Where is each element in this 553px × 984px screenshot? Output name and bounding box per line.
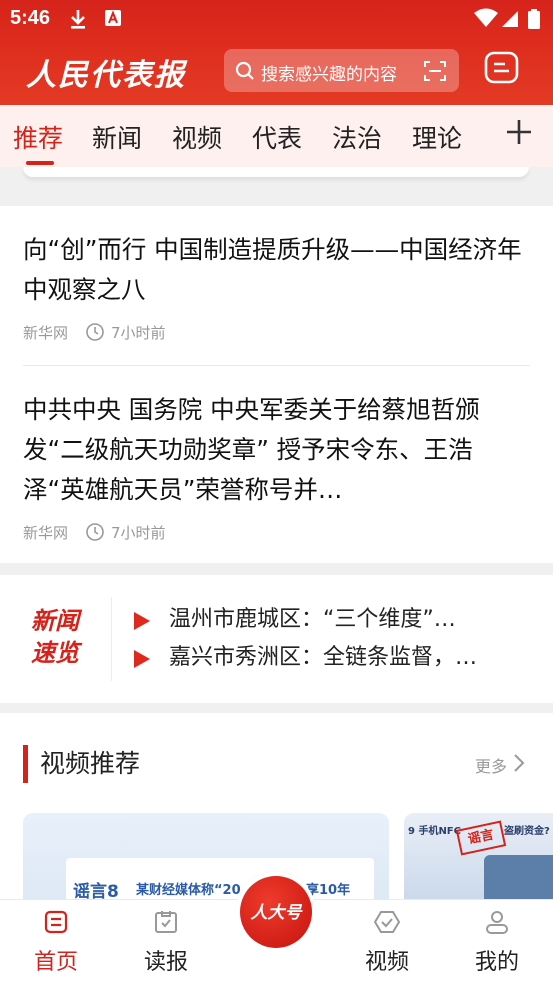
video-section-title: 视频推荐 bbox=[40, 749, 141, 778]
tab-recommend[interactable]: 推荐 bbox=[13, 119, 63, 155]
news-list: 向“创”而行 中国制造提质升级——中国经济年中观察之八 新华网 7小时前 中共中… bbox=[0, 206, 553, 563]
download-icon bbox=[68, 8, 88, 34]
chevron-right-icon[interactable] bbox=[512, 753, 526, 777]
app-header: 5:46 人民代表报 搜索感兴趣的内容 bbox=[0, 0, 553, 105]
battery-icon bbox=[527, 8, 541, 34]
add-tab-icon[interactable] bbox=[505, 118, 533, 150]
nav-read-paper-label: 读报 bbox=[143, 950, 188, 975]
news-flash-item[interactable]: 温州市鹿城区：“三个维度”… bbox=[134, 603, 524, 637]
nav-profile-label: 我的 bbox=[474, 950, 519, 975]
news-flash-logo-line1: 新闻 bbox=[31, 606, 79, 635]
news-flash-logo: 新闻 速览 bbox=[31, 605, 79, 669]
list-item[interactable]: 向“创”而行 中国制造提质升级——中国经济年中观察之八 新华网 7小时前 bbox=[23, 230, 530, 370]
menu-icon[interactable] bbox=[483, 50, 521, 90]
newspaper-icon bbox=[153, 909, 179, 939]
tab-news[interactable]: 新闻 bbox=[92, 119, 142, 155]
divider bbox=[111, 597, 112, 681]
cellular-signal-icon bbox=[501, 8, 519, 32]
news-flash: 新闻 速览 温州市鹿城区：“三个维度”… 嘉兴市秀洲区：全链条监督，… bbox=[0, 575, 553, 703]
article-title: 向“创”而行 中国制造提质升级——中国经济年中观察之八 bbox=[23, 235, 522, 304]
category-tabs: 推荐 新闻 视频 代表 法治 理论 bbox=[0, 105, 553, 167]
thumbnail-caption-end: 盗刷资金? bbox=[504, 826, 550, 837]
tab-law[interactable]: 法治 bbox=[332, 119, 382, 155]
rumor-stamp: 谣言 bbox=[455, 820, 507, 856]
list-item[interactable]: 中共中央 国务院 中央军委关于给蔡旭哲颁发“二级航天功勋奖章” 授予宋令东、王浩… bbox=[23, 390, 530, 550]
thumbnail-caption: 某财经媒体称“20 bbox=[136, 883, 241, 898]
status-bar: 5:46 bbox=[0, 0, 553, 38]
thumbnail-caption-end: 享10年 bbox=[306, 883, 351, 898]
section-accent-bar bbox=[23, 745, 28, 783]
article-time: 7小时前 bbox=[111, 324, 166, 342]
nav-video-label: 视频 bbox=[364, 950, 409, 975]
search-box[interactable]: 搜索感兴趣的内容 bbox=[224, 49, 459, 92]
news-flash-item[interactable]: 嘉兴市秀洲区：全链条监督，… bbox=[134, 641, 524, 675]
tab-deputies[interactable]: 代表 bbox=[252, 119, 302, 155]
video-thumbnail[interactable]: 谣言8 某财经媒体称“20 享10年 bbox=[23, 813, 389, 913]
clock-icon bbox=[85, 322, 105, 346]
article-title: 中共中央 国务院 中央军委关于给蔡旭哲颁发“二级航天功勋奖章” 授予宋令东、王浩… bbox=[23, 395, 480, 504]
carousel-card-edge bbox=[23, 167, 529, 177]
npc-account-button[interactable]: 人大号 bbox=[240, 876, 312, 948]
news-flash-text: 温州市鹿城区：“三个维度”… bbox=[169, 607, 456, 632]
tab-video[interactable]: 视频 bbox=[172, 119, 222, 155]
wifi-icon bbox=[474, 8, 498, 32]
video-check-icon bbox=[373, 909, 401, 939]
play-arrow-icon bbox=[134, 650, 150, 668]
npc-account-label: 人大号 bbox=[250, 903, 302, 923]
news-flash-text: 嘉兴市秀洲区：全链条监督，… bbox=[169, 645, 478, 670]
search-icon bbox=[235, 61, 255, 85]
home-icon bbox=[43, 909, 69, 939]
app-notification-icon bbox=[104, 8, 122, 32]
nav-home-label: 首页 bbox=[33, 950, 78, 975]
article-source: 新华网 bbox=[23, 324, 69, 342]
thumbnail-caption: 9 手机NFC bbox=[408, 826, 461, 837]
video-thumbnail[interactable]: 9 手机NFC 盗刷资金? 谣言 bbox=[404, 813, 553, 913]
user-icon bbox=[484, 909, 510, 939]
app-logo: 人民代表报 bbox=[26, 58, 186, 93]
play-arrow-icon bbox=[134, 612, 150, 630]
status-time: 5:46 bbox=[10, 7, 51, 29]
active-tab-indicator bbox=[26, 161, 54, 165]
search-placeholder: 搜索感兴趣的内容 bbox=[261, 65, 397, 85]
more-link[interactable]: 更多 bbox=[475, 753, 507, 777]
article-time: 7小时前 bbox=[111, 524, 166, 542]
divider bbox=[23, 365, 530, 366]
news-flash-logo-line2: 速览 bbox=[31, 638, 79, 667]
scan-icon[interactable] bbox=[423, 59, 447, 87]
tab-theory[interactable]: 理论 bbox=[412, 119, 462, 155]
article-source: 新华网 bbox=[23, 524, 69, 542]
clock-icon bbox=[85, 522, 105, 546]
